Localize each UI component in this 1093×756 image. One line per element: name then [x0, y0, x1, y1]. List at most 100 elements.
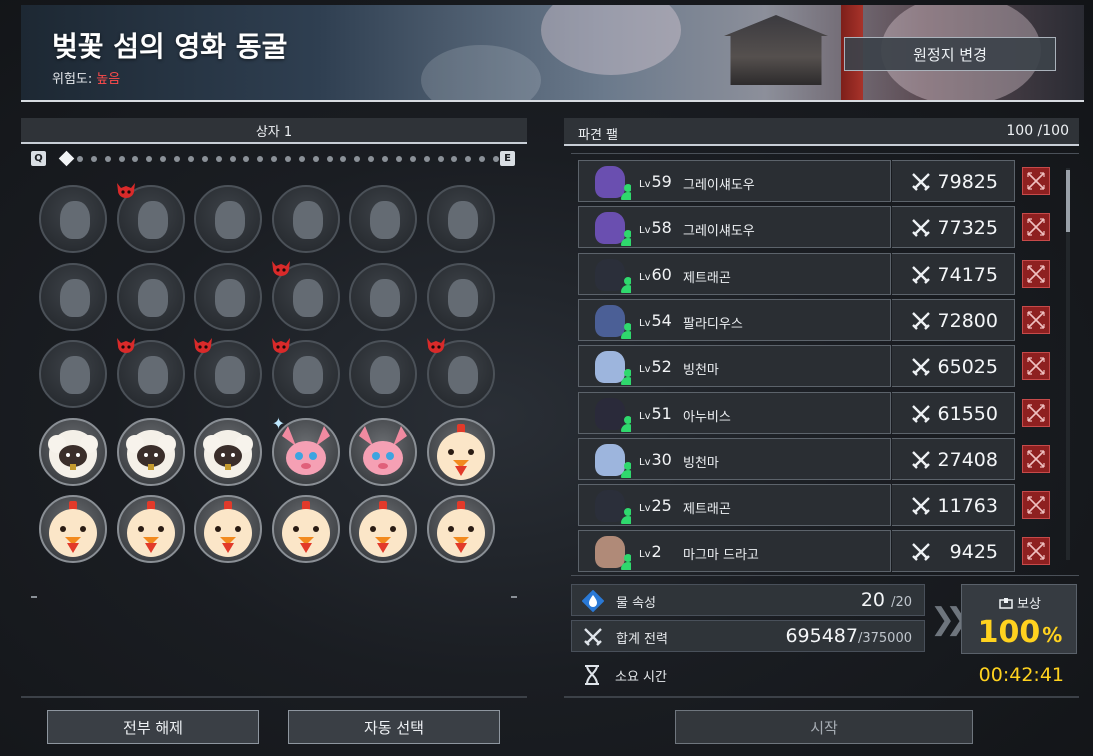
page-dot[interactable] — [312, 156, 319, 162]
pal-info: Lv52 빙천마 — [578, 345, 891, 388]
pal-avatar — [591, 208, 631, 247]
prev-box-key[interactable]: Q — [31, 151, 46, 166]
pal-info: Lv2 마그마 드라고 — [578, 530, 891, 573]
remove-icon — [1027, 311, 1045, 329]
crossed-swords-icon — [912, 173, 930, 191]
remove-pal-button[interactable] — [1022, 444, 1050, 473]
pal-slot-pink[interactable] — [349, 417, 418, 486]
pal-slot-pink[interactable]: ✦ — [271, 414, 340, 486]
pal-slot-chick[interactable] — [427, 495, 495, 563]
empty-slot[interactable] — [271, 260, 340, 331]
next-box-key[interactable]: E — [500, 151, 515, 166]
empty-slot[interactable] — [427, 185, 495, 253]
page-dot[interactable] — [90, 156, 97, 162]
remove-pal-button[interactable] — [1022, 491, 1050, 520]
remove-pal-button[interactable] — [1022, 259, 1050, 288]
pal-slot-chick[interactable] — [194, 495, 263, 563]
empty-slot[interactable] — [194, 185, 263, 253]
crossed-swords-icon — [912, 358, 930, 377]
change-destination-button[interactable]: 원정지 변경 — [844, 37, 1056, 71]
dispatch-pal-row[interactable]: Lv59 그레이섀도우 79825 — [578, 160, 1015, 202]
dispatch-pal-row[interactable]: Lv60 제트래곤 74175 — [578, 252, 1015, 295]
page-dot[interactable] — [132, 156, 139, 162]
page-dot[interactable] — [215, 156, 222, 162]
page-dot[interactable] — [174, 156, 181, 162]
page-dot[interactable] — [382, 156, 389, 162]
page-dot[interactable] — [243, 156, 250, 162]
element-value: 20 /20 — [861, 589, 912, 611]
dispatch-pal-row[interactable]: Lv2 마그마 드라고 9425 — [578, 530, 1015, 573]
page-dot[interactable] — [326, 156, 333, 162]
page-dot[interactable] — [409, 156, 416, 162]
remove-pal-button[interactable] — [1022, 537, 1050, 566]
pal-slot-sheep[interactable] — [39, 417, 107, 486]
pal-level: Lv52 — [639, 357, 672, 376]
dispatch-pal-row[interactable]: Lv30 빙천마 27408 — [578, 437, 1015, 480]
empty-slot[interactable] — [349, 340, 418, 408]
pal-slot-sheep[interactable] — [194, 417, 263, 486]
page-dot[interactable] — [423, 156, 430, 162]
page-dot[interactable] — [187, 156, 194, 162]
auto-select-button[interactable]: 자동 선택 — [288, 710, 500, 744]
page-dot[interactable] — [354, 156, 361, 162]
page-dot[interactable] — [77, 156, 83, 162]
page-dot[interactable] — [146, 156, 153, 162]
current-page-indicator[interactable] — [58, 150, 75, 167]
page-dot[interactable] — [368, 156, 375, 162]
page-dot[interactable] — [285, 156, 291, 162]
page-dot[interactable] — [229, 156, 236, 162]
list-scrollbar-thumb[interactable] — [1066, 170, 1070, 232]
dispatch-team-title: 파견 팰 — [578, 128, 619, 143]
dispatch-pal-row[interactable]: Lv58 그레이섀도우 77325 — [578, 206, 1015, 249]
pal-slot-sheep[interactable] — [116, 417, 185, 486]
start-button[interactable]: 시작 — [675, 710, 973, 744]
release-all-button[interactable]: 전부 해제 — [47, 710, 259, 744]
empty-slot[interactable] — [194, 338, 263, 408]
empty-slot[interactable] — [39, 262, 107, 331]
remove-icon — [1027, 357, 1045, 375]
empty-slot[interactable] — [116, 262, 185, 331]
page-dot[interactable] — [257, 156, 264, 162]
remove-pal-button[interactable] — [1022, 213, 1050, 242]
empty-slot[interactable] — [349, 185, 418, 253]
empty-slot[interactable] — [271, 185, 340, 253]
dispatch-pal-row[interactable]: Lv25 제트래곤 11763 — [578, 484, 1015, 527]
level-prefix: Lv — [639, 503, 651, 515]
page-dot[interactable] — [201, 156, 208, 162]
remove-pal-button[interactable] — [1022, 352, 1050, 381]
page-dot[interactable] — [479, 156, 486, 162]
empty-slot[interactable] — [116, 338, 185, 408]
pal-slot-chick[interactable] — [349, 495, 418, 563]
page-dot[interactable] — [118, 156, 125, 162]
empty-slot[interactable] — [427, 262, 495, 331]
empty-slot[interactable] — [39, 185, 107, 253]
page-dot[interactable] — [493, 156, 499, 162]
pal-slot-chick[interactable] — [271, 495, 340, 563]
page-dot[interactable] — [465, 156, 472, 162]
page-dot[interactable] — [437, 156, 444, 162]
empty-slot[interactable] — [349, 262, 418, 331]
empty-slot[interactable] — [116, 183, 185, 253]
dispatch-pal-row[interactable]: Lv54 팔라디우스 72800 — [578, 298, 1015, 341]
dispatch-pal-row[interactable]: Lv51 아누비스 61550 — [578, 391, 1015, 434]
remove-pal-button[interactable] — [1022, 167, 1050, 195]
pal-slot-chick[interactable] — [427, 417, 495, 486]
page-dot[interactable] — [271, 156, 278, 162]
page-dot[interactable] — [340, 156, 347, 162]
pal-slot-chick[interactable] — [39, 495, 107, 563]
remove-pal-button[interactable] — [1022, 398, 1050, 427]
page-dot[interactable] — [298, 156, 305, 162]
dispatch-pal-row[interactable]: Lv52 빙천마 65025 — [578, 345, 1015, 388]
pal-slot-chick[interactable] — [116, 495, 185, 563]
page-dot[interactable] — [160, 156, 167, 162]
empty-slot[interactable] — [427, 338, 495, 408]
page-dot[interactable] — [104, 156, 111, 162]
page-dot[interactable] — [451, 156, 458, 162]
level-number: 25 — [651, 496, 672, 516]
empty-slot[interactable] — [194, 262, 263, 331]
empty-slot[interactable] — [271, 338, 340, 408]
empty-slot[interactable] — [39, 340, 107, 408]
remove-pal-button[interactable] — [1022, 305, 1050, 334]
reward-value: 100 — [977, 615, 1041, 650]
page-dot[interactable] — [395, 156, 402, 162]
